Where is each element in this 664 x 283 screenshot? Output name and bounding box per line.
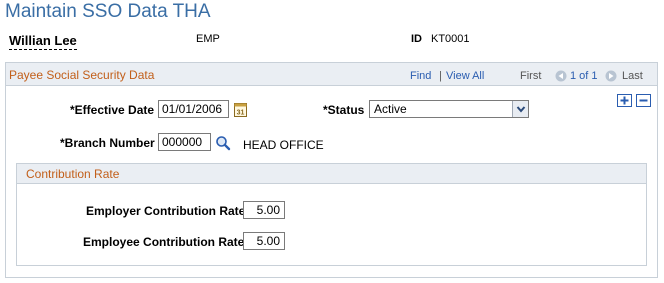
triangle-right-icon[interactable]: [605, 70, 617, 82]
first-link[interactable]: First: [520, 70, 541, 82]
payee-ss-data-section: Payee Social Security Data Find | View A…: [5, 62, 658, 278]
contribution-rate-title: Contribution Rate: [26, 167, 120, 181]
effective-date-input[interactable]: 01/01/2006: [158, 100, 229, 118]
employee-id-value: KT0001: [431, 33, 470, 45]
employee-rate-input[interactable]: 5.00: [243, 232, 285, 250]
svg-text:31: 31: [237, 110, 245, 117]
triangle-left-icon[interactable]: [555, 70, 567, 82]
chevron-down-icon[interactable]: [512, 101, 528, 117]
section-header: Payee Social Security Data Find | View A…: [6, 63, 657, 86]
effective-date-label: *Effective Date: [70, 103, 154, 117]
branch-number-label-text: Branch Number: [64, 136, 155, 150]
contribution-rate-section: Contribution Rate Employer Contribution …: [16, 163, 647, 266]
search-icon[interactable]: [215, 135, 231, 151]
employee-type: EMP: [196, 33, 220, 45]
minus-icon[interactable]: [636, 94, 651, 107]
status-label-text: Status: [327, 103, 365, 117]
branch-description: HEAD OFFICE: [243, 138, 324, 152]
employee-name: Willian Lee: [9, 33, 77, 50]
calendar-icon[interactable]: 31: [233, 101, 249, 119]
branch-number-label: *Branch Number: [60, 136, 155, 150]
employer-rate-input[interactable]: 5.00: [243, 201, 285, 219]
employer-rate-label: Employer Contribution Rate: [86, 204, 246, 218]
status-value: Active: [374, 102, 407, 116]
find-link[interactable]: Find: [410, 70, 431, 82]
employee-rate-label: Employee Contribution Rate: [83, 235, 245, 249]
page-title: Maintain SSO Data THA: [5, 1, 211, 22]
row-count: 1 of 1: [570, 70, 598, 82]
last-link[interactable]: Last: [622, 70, 643, 82]
nav-separator: |: [439, 70, 442, 82]
section-title: Payee Social Security Data: [9, 68, 155, 82]
status-select[interactable]: Active: [369, 100, 529, 118]
effective-date-label-text: Effective Date: [74, 103, 155, 117]
contribution-rate-header: Contribution Rate: [17, 164, 646, 184]
plus-icon[interactable]: [617, 94, 632, 107]
status-label: *Status: [323, 103, 364, 117]
branch-number-input[interactable]: 000000: [158, 133, 211, 151]
employee-id-label: ID: [411, 33, 422, 45]
view-all-link[interactable]: View All: [446, 70, 484, 82]
